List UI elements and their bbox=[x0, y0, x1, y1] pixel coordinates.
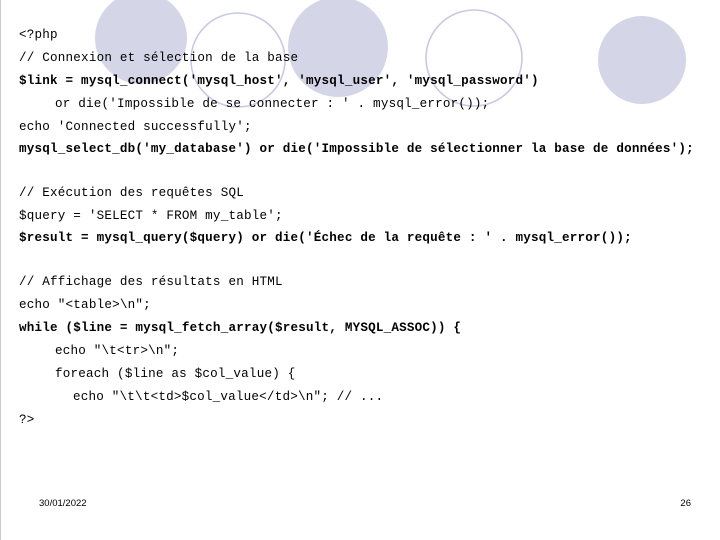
code-line: or die('Impossible de se connecter : ' .… bbox=[55, 97, 490, 111]
code-line: // Connexion et sélection de la base bbox=[19, 51, 299, 65]
slide-footer: 30/01/2022 26 bbox=[1, 492, 720, 540]
code-line: echo "<table>\n"; bbox=[19, 298, 151, 312]
code-line: $result = mysql_query($query) or die('Éc… bbox=[19, 231, 632, 245]
code-block: <?php // Connexion et sélection de la bas… bbox=[1, 0, 720, 492]
code-line: ?> bbox=[19, 413, 35, 427]
presentation-slide: <?php // Connexion et sélection de la bas… bbox=[0, 0, 720, 540]
code-line: $link = mysql_connect('mysql_host', 'mys… bbox=[19, 74, 539, 88]
code-line: // Affichage des résultats en HTML bbox=[19, 275, 283, 289]
footer-date: 30/01/2022 bbox=[39, 498, 87, 509]
code-line: echo "\t<tr>\n"; bbox=[55, 344, 180, 358]
code-line: while ($line = mysql_fetch_array($result… bbox=[19, 321, 462, 335]
footer-page-number: 26 bbox=[680, 498, 691, 509]
code-line: foreach ($line as $col_value) { bbox=[55, 367, 296, 381]
code-line: <?php bbox=[19, 28, 58, 42]
code-line: // Exécution des requêtes SQL bbox=[19, 186, 244, 200]
code-line: mysql_select_db('my_database') or die('I… bbox=[19, 142, 694, 156]
code-line: echo "\t\t<td>$col_value</td>\n"; // ... bbox=[73, 390, 384, 404]
code-line: $query = 'SELECT * FROM my_table'; bbox=[19, 209, 283, 223]
code-line: echo 'Connected successfully'; bbox=[19, 120, 252, 134]
